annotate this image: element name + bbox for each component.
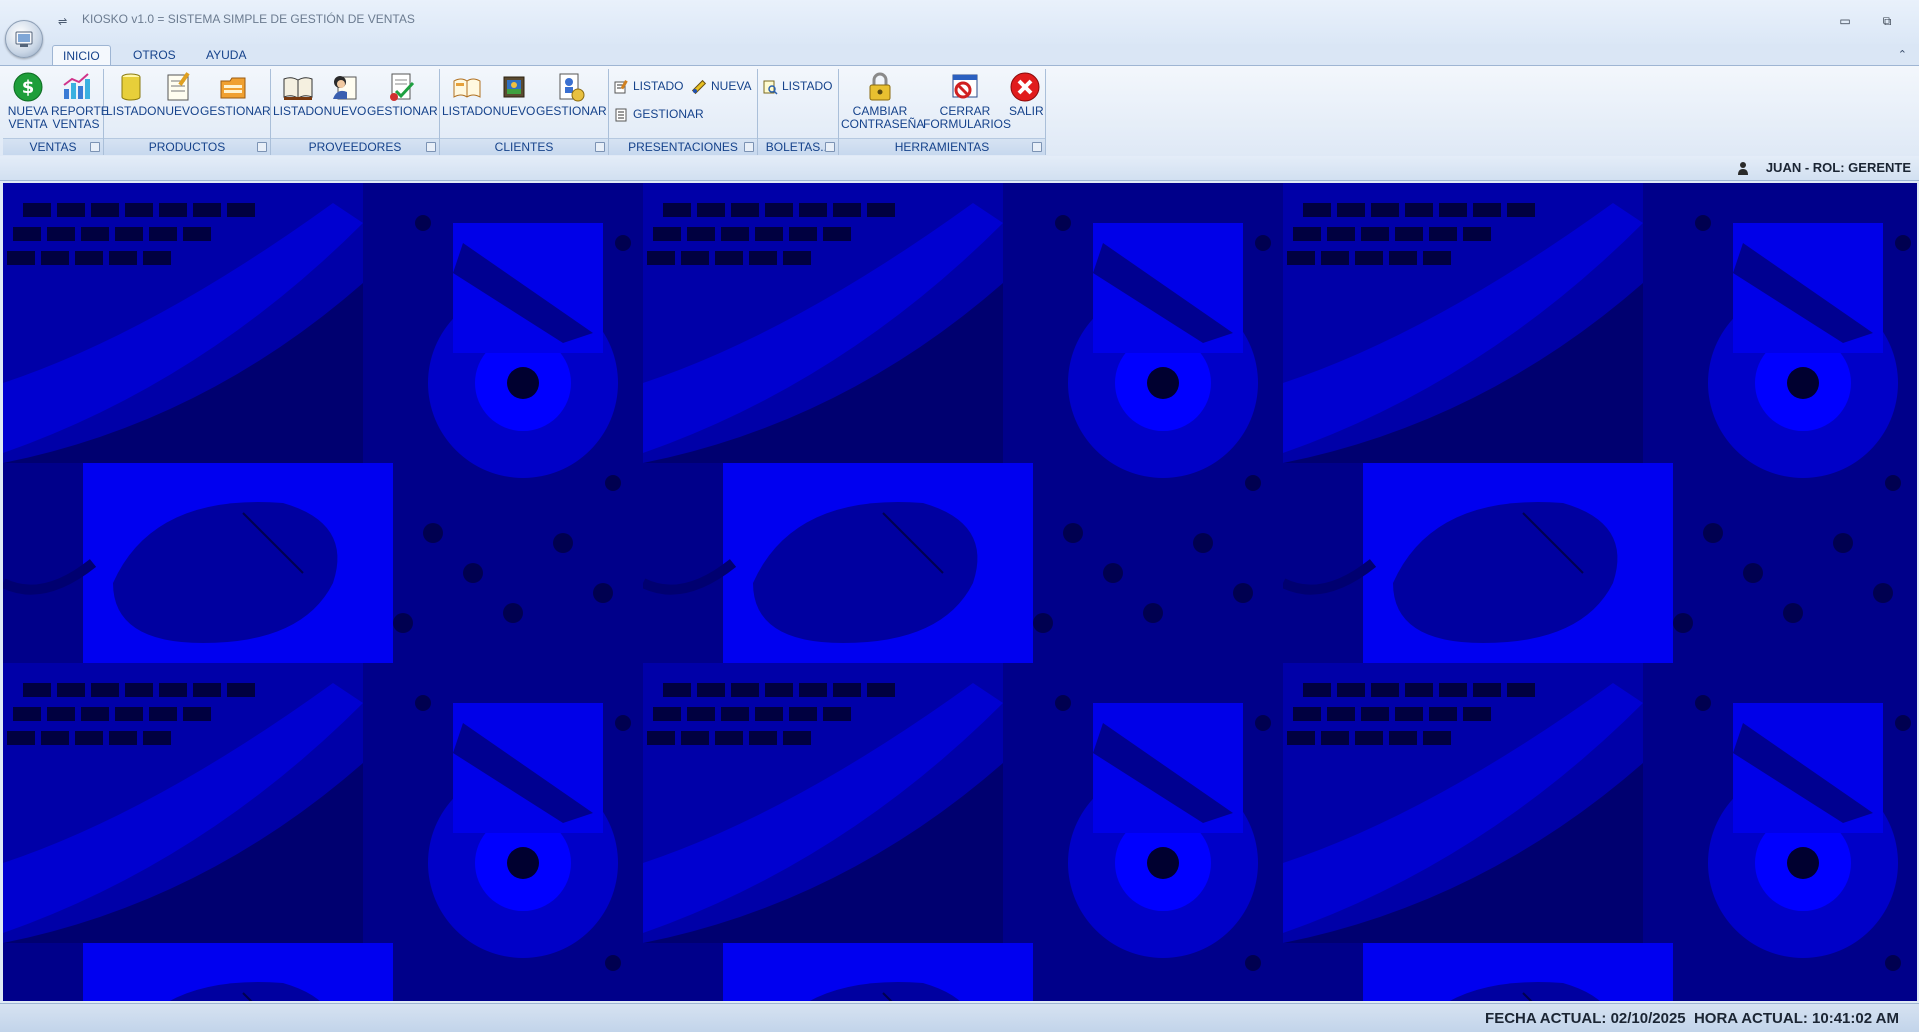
open-book-icon bbox=[283, 77, 313, 100]
bar-chart-icon bbox=[63, 73, 90, 99]
tab-otros[interactable]: OTROS bbox=[123, 45, 186, 65]
svg-text:$: $ bbox=[22, 77, 35, 98]
group-launcher-proveedores[interactable] bbox=[426, 142, 436, 152]
group-label-clientes: CLIENTES bbox=[440, 138, 608, 155]
clientes-nuevo-label: NUEVO bbox=[492, 104, 536, 118]
padlock-icon bbox=[869, 72, 891, 101]
productos-gestionar-button[interactable]: GESTIONAR bbox=[200, 71, 271, 118]
group-label-ventas: VENTAS bbox=[3, 138, 103, 155]
user-bar: JUAN - ROL: GERENTE bbox=[0, 156, 1919, 181]
user-role-label: JUAN - ROL: GERENTE bbox=[1765, 160, 1911, 175]
window-title: KIOSKO v1.0 = SISTEMA SIMPLE DE GESTIÓN … bbox=[82, 12, 415, 26]
productos-listado-label: LISTADO bbox=[106, 104, 157, 118]
app-menu-icon bbox=[15, 31, 33, 47]
pencil-icon bbox=[691, 79, 707, 94]
clientes-listado-button[interactable]: LISTADO bbox=[442, 71, 492, 118]
group-boletas: LISTADO BOLETAS... bbox=[758, 69, 839, 155]
list-edit-icon bbox=[614, 79, 628, 94]
clientes-gestionar-label: GESTIONAR bbox=[536, 104, 607, 118]
proveedores-listado-button[interactable]: LISTADO bbox=[273, 71, 323, 118]
group-launcher-clientes[interactable] bbox=[595, 142, 605, 152]
tab-inicio[interactable]: INICIO bbox=[52, 45, 111, 66]
group-label-productos: PRODUCTOS bbox=[104, 138, 270, 155]
boletas-listado-label: LISTADO bbox=[782, 79, 833, 93]
group-launcher-ventas[interactable] bbox=[90, 142, 100, 152]
group-label-boletas: BOLETAS... bbox=[758, 138, 838, 155]
application-menu-button[interactable] bbox=[5, 20, 43, 58]
contact-card-icon bbox=[559, 73, 585, 102]
boletas-listado-button[interactable]: LISTADO bbox=[762, 77, 832, 95]
productos-nuevo-label: NUEVO bbox=[156, 104, 200, 118]
reporte-ventas-label: REPORTE VENTAS bbox=[51, 104, 109, 131]
group-clientes: LISTADO NUEVO GESTIONAR CLIENTES bbox=[440, 69, 609, 155]
ribbon-collapse-button[interactable]: ⌃ bbox=[1898, 48, 1907, 61]
folder-edit-icon bbox=[220, 77, 246, 99]
productos-gestionar-label: GESTIONAR bbox=[200, 104, 271, 118]
proveedores-gestionar-label: GESTIONAR bbox=[367, 104, 438, 118]
presentaciones-nueva-label: NUEVA bbox=[711, 79, 752, 93]
restore-button[interactable]: ⧉ bbox=[1874, 12, 1900, 30]
group-presentaciones: LISTADO NUEVA GESTIONAR PRESENTACIONES bbox=[609, 69, 758, 155]
book-icon bbox=[453, 78, 481, 98]
document-lines-icon bbox=[615, 108, 627, 122]
close-window-icon bbox=[952, 74, 978, 99]
ribbon: $ NUEVA VENTA REPORTE VENTAS VENTAS LIST… bbox=[0, 65, 1919, 157]
group-launcher-herramientas[interactable] bbox=[1032, 142, 1042, 152]
presentaciones-listado-label: LISTADO bbox=[633, 79, 684, 93]
group-productos: LISTADO NUEVO GESTIONAR PRODUCTOS bbox=[104, 69, 271, 155]
minimize-button[interactable]: ▭ bbox=[1832, 12, 1858, 30]
quick-access-toolbar-icon[interactable]: ⇌ bbox=[58, 15, 67, 28]
clientes-nuevo-button[interactable]: NUEVO bbox=[492, 71, 536, 118]
exit-icon bbox=[1010, 72, 1040, 102]
proveedores-listado-label: LISTADO bbox=[273, 104, 324, 118]
wallpaper-pattern bbox=[3, 183, 1917, 1001]
group-label-herramientas: HERRAMIENTAS bbox=[839, 138, 1045, 155]
ribbon-tab-row: INICIO OTROS AYUDA ⌃ bbox=[0, 44, 1919, 66]
cerrar-formularios-button[interactable]: CERRAR FORMULARIOS bbox=[923, 71, 1011, 131]
tab-ayuda[interactable]: AYUDA bbox=[196, 45, 256, 65]
clientes-listado-label: LISTADO bbox=[442, 104, 493, 118]
proveedores-gestionar-button[interactable]: GESTIONAR bbox=[367, 71, 438, 118]
group-launcher-presentaciones[interactable] bbox=[744, 142, 754, 152]
mdi-workspace-background bbox=[3, 183, 1917, 1001]
group-proveedores: LISTADO NUEVO GESTIONAR PROVEEDORES bbox=[271, 69, 440, 155]
notepad-icon bbox=[167, 72, 190, 101]
presentaciones-gestionar-label: GESTIONAR bbox=[633, 107, 704, 121]
datetime-status-label: FECHA ACTUAL: 02/10/2025 HORA ACTUAL: 10… bbox=[1485, 1010, 1899, 1027]
nueva-venta-button[interactable]: $ NUEVA VENTA bbox=[5, 71, 51, 131]
person-document-icon bbox=[333, 76, 357, 100]
salir-button[interactable]: SALIR bbox=[1009, 71, 1044, 118]
group-label-proveedores: PROVEEDORES bbox=[271, 138, 439, 155]
group-launcher-boletas[interactable] bbox=[825, 142, 835, 152]
productos-listado-button[interactable]: LISTADO bbox=[106, 71, 156, 118]
group-label-presentaciones: PRESENTACIONES bbox=[609, 138, 757, 155]
status-bar: FECHA ACTUAL: 02/10/2025 HORA ACTUAL: 10… bbox=[0, 1003, 1919, 1032]
salir-label: SALIR bbox=[1009, 104, 1044, 118]
nueva-venta-label: NUEVA VENTA bbox=[7, 104, 49, 131]
presentaciones-listado-button[interactable]: LISTADO bbox=[613, 77, 683, 95]
group-herramientas: CAMBIAR CONTRASEÑA CERRAR FORMULARIOS SA… bbox=[839, 69, 1046, 155]
proveedores-nuevo-label: NUEVO bbox=[323, 104, 367, 118]
group-ventas: $ NUEVA VENTA REPORTE VENTAS VENTAS bbox=[3, 69, 109, 155]
title-bar: ⇌ KIOSKO v1.0 = SISTEMA SIMPLE DE GESTIÓ… bbox=[0, 0, 1919, 44]
reporte-ventas-button[interactable]: REPORTE VENTAS bbox=[51, 71, 109, 131]
checked-document-icon bbox=[390, 73, 415, 101]
cerrar-formularios-label: CERRAR FORMULARIOS bbox=[923, 104, 1012, 131]
productos-nuevo-button[interactable]: NUEVO bbox=[156, 71, 200, 118]
cambiar-contrasena-label: CAMBIAR CONTRASEÑA bbox=[841, 104, 925, 131]
cambiar-contrasena-button[interactable]: CAMBIAR CONTRASEÑA bbox=[841, 71, 924, 131]
database-icon bbox=[121, 73, 141, 101]
clientes-gestionar-button[interactable]: GESTIONAR bbox=[536, 71, 607, 118]
presentaciones-gestionar-button[interactable]: GESTIONAR bbox=[613, 105, 704, 123]
receipt-search-icon bbox=[763, 80, 778, 95]
group-launcher-productos[interactable] bbox=[257, 142, 267, 152]
picture-frame-icon bbox=[503, 76, 525, 98]
presentaciones-nueva-button[interactable]: NUEVA bbox=[691, 77, 751, 95]
user-icon bbox=[1738, 162, 1748, 175]
dollar-icon: $ bbox=[13, 72, 43, 102]
proveedores-nuevo-button[interactable]: NUEVO bbox=[323, 71, 367, 118]
